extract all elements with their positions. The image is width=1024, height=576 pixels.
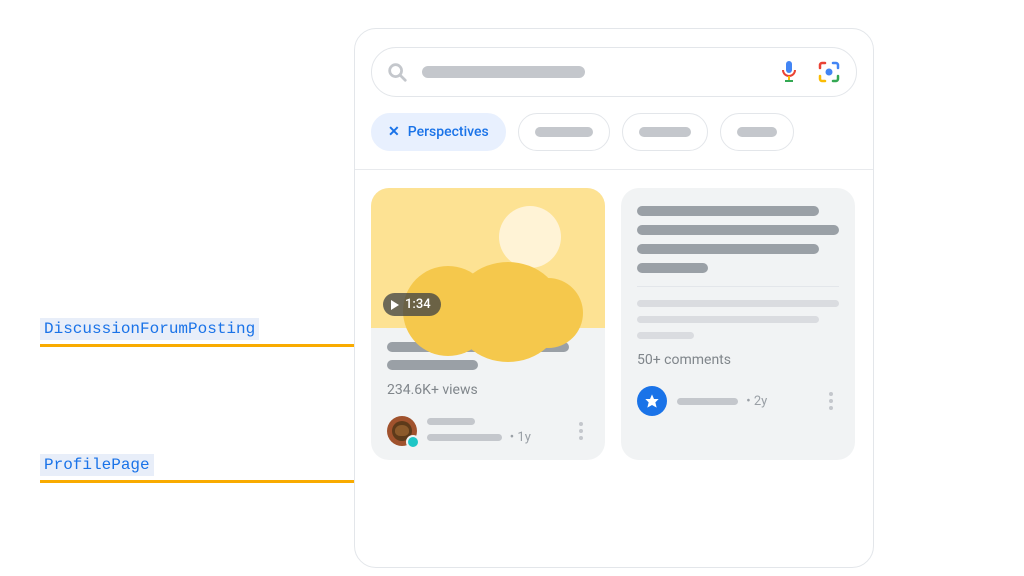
card-divider xyxy=(637,286,839,287)
annotation-discussion-forum: DiscussionForumPosting xyxy=(40,318,259,340)
overflow-menu-icon[interactable] xyxy=(573,422,589,440)
author-row[interactable]: • 1y xyxy=(371,410,605,460)
voice-search-icon[interactable] xyxy=(776,59,802,85)
title-placeholder xyxy=(637,206,819,216)
annotation-line xyxy=(40,480,400,483)
search-bar[interactable] xyxy=(371,47,857,97)
annotation-profile-page: ProfilePage xyxy=(40,454,154,476)
title-placeholder xyxy=(637,225,839,235)
title-placeholder xyxy=(637,244,819,254)
filter-chip-row: ✕ Perspectives xyxy=(371,113,857,151)
verified-badge-icon xyxy=(406,435,420,449)
chip-placeholder xyxy=(737,127,777,137)
filter-chip-label: Perspectives xyxy=(408,124,489,140)
results-row: 1:34 234.6K+ views • 1y xyxy=(371,188,857,460)
avatar[interactable] xyxy=(387,416,417,446)
snippet-placeholder xyxy=(637,332,694,339)
lens-icon[interactable] xyxy=(816,59,842,85)
filter-chip[interactable] xyxy=(518,113,610,151)
close-icon[interactable]: ✕ xyxy=(388,124,400,140)
author-name-placeholder xyxy=(677,398,738,405)
author-row[interactable]: • 2y xyxy=(621,380,855,430)
chip-placeholder xyxy=(535,127,593,137)
filter-chip[interactable] xyxy=(720,113,794,151)
video-thumbnail[interactable]: 1:34 xyxy=(371,188,605,328)
author-name-placeholder xyxy=(427,418,475,425)
overflow-menu-icon[interactable] xyxy=(823,392,839,410)
post-age: • 1y xyxy=(510,430,531,445)
snippet-placeholder xyxy=(637,300,839,307)
search-icon xyxy=(386,61,408,83)
chip-placeholder xyxy=(639,127,691,137)
video-views: 234.6K+ views xyxy=(387,382,589,398)
device-frame: ✕ Perspectives 1:34 234.6K+ views xyxy=(354,28,874,568)
author-meta-placeholder xyxy=(427,434,502,441)
video-result-card[interactable]: 1:34 234.6K+ views • 1y xyxy=(371,188,605,460)
search-placeholder xyxy=(422,66,585,78)
video-duration-badge: 1:34 xyxy=(383,293,441,316)
snippet-placeholder xyxy=(637,316,819,323)
forum-comments: 50+ comments xyxy=(637,352,839,368)
title-placeholder xyxy=(637,263,708,273)
filter-chip-perspectives[interactable]: ✕ Perspectives xyxy=(371,113,506,151)
section-divider xyxy=(355,169,873,170)
post-age: • 2y xyxy=(746,394,767,409)
avatar[interactable] xyxy=(637,386,667,416)
forum-result-card[interactable]: 50+ comments • 2y xyxy=(621,188,855,460)
filter-chip[interactable] xyxy=(622,113,708,151)
play-icon xyxy=(391,300,399,310)
video-duration: 1:34 xyxy=(405,297,431,312)
title-placeholder xyxy=(387,360,478,370)
